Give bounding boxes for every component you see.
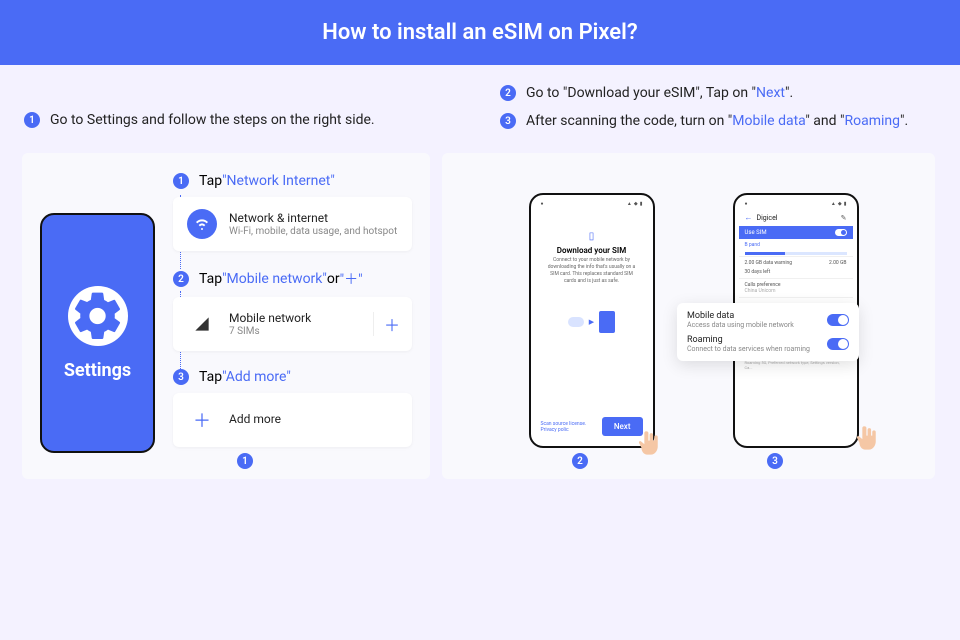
arrow-icon: ▶ xyxy=(589,318,594,326)
step-1-head: 1 Tap "Network Internet" xyxy=(173,173,412,189)
mobile-data-toggle[interactable] xyxy=(827,314,849,326)
step-2-badge: 2 xyxy=(173,271,189,287)
card-network-internet[interactable]: Network & internet Wi-Fi, mobile, data u… xyxy=(173,197,412,251)
step-3-quote: "Add more" xyxy=(222,369,291,385)
mobile-data-title: Mobile data xyxy=(687,311,794,321)
step-1: 1 Tap "Network Internet" Network & inter… xyxy=(173,173,412,251)
hand-pointer-icon xyxy=(635,428,663,458)
header-banner: How to install an eSIM on Pixel? xyxy=(0,0,960,65)
intro-right-text-3: After scanning the code, turn on "Mobile… xyxy=(526,113,908,129)
statusbar-3: ●▲◆▮ xyxy=(739,199,853,209)
intro-badge-2: 2 xyxy=(500,85,516,101)
roaming-toggle[interactable] xyxy=(827,338,849,350)
intro-badge-3: 3 xyxy=(500,113,516,129)
data-warning-row: 2.00 GB data warning 2.00 GB xyxy=(739,256,853,269)
settings-gear-icon xyxy=(68,286,128,346)
panels-row: Settings 1 Tap "Network Internet" Networ… xyxy=(0,153,960,479)
panel-step-1: Settings 1 Tap "Network Internet" Networ… xyxy=(22,153,430,479)
statusbar-2: ●▲◆▮ xyxy=(535,199,649,209)
wifi-mini-icon-2: ◆ xyxy=(838,201,842,207)
plus-left-icon: ＋ xyxy=(187,405,217,435)
toggles-overlay: Mobile data Access data using mobile net… xyxy=(677,303,859,361)
card-add-more[interactable]: ＋ Add more xyxy=(173,393,412,447)
settings-phone: Settings xyxy=(40,213,155,453)
sec-label: B pand xyxy=(739,239,853,251)
days-left: 30 days left xyxy=(739,269,853,278)
card-mn-title: Mobile network xyxy=(229,311,311,327)
battery-mini-icon-2: ▮ xyxy=(844,201,847,207)
intro-section: 1 Go to Settings and follow the steps on… xyxy=(0,65,960,153)
card-mn-sub: 7 SIMs xyxy=(229,326,311,337)
use-sim-row[interactable]: Use SIM xyxy=(739,226,853,239)
footer-link[interactable]: Scan source license. Privacy polic xyxy=(541,421,602,433)
roaming-title: Roaming xyxy=(687,335,810,345)
use-sim-toggle[interactable] xyxy=(835,229,847,236)
mobile-data-row[interactable]: Mobile data Access data using mobile net… xyxy=(687,311,849,329)
panel-steps-23: ●▲◆▮ ▯ Download your SIM Connect to your… xyxy=(442,153,935,479)
roaming-row[interactable]: Roaming Connect to data services when ro… xyxy=(687,335,849,353)
wifi-mini-icon: ◆ xyxy=(634,201,638,207)
intro-right: 2 Go to "Download your eSIM", Tap on "Ne… xyxy=(500,85,936,141)
cloud-icon xyxy=(568,317,584,327)
hl-roaming: Roaming xyxy=(844,113,900,129)
settings-label: Settings xyxy=(64,360,131,381)
hl-mobile-data: Mobile data xyxy=(732,113,805,129)
step-2-quote2: "＋" xyxy=(340,269,363,289)
footer-badge-1: 1 xyxy=(237,453,253,469)
sim-lock-icon: ▯ xyxy=(535,231,649,242)
battery-mini-icon: ▮ xyxy=(640,201,643,207)
data-usage-bar xyxy=(745,252,847,255)
signal-mini-icon: ▲ xyxy=(627,201,632,207)
intro-badge-1: 1 xyxy=(24,112,40,128)
download-desc: Connect to your mobile network by downlo… xyxy=(535,255,649,287)
card-am-title: Add more xyxy=(229,412,281,428)
carrier-name: Digicel xyxy=(757,214,837,222)
download-footer: Scan source license. Privacy polic Next xyxy=(541,417,643,436)
sim-icon xyxy=(599,311,615,333)
footer-badge-2: 2 xyxy=(572,453,588,469)
card-ni-sub: Wi-Fi, mobile, data usage, and hotspot xyxy=(229,226,397,237)
download-illustration: ▶ xyxy=(535,311,649,333)
download-header: ▯ Download your SIM Connect to your mobi… xyxy=(535,231,649,287)
step-2-quote: "Mobile network" xyxy=(222,271,327,287)
roaming-sub: Connect to data services when roaming xyxy=(687,345,810,353)
wifi-icon xyxy=(187,209,217,239)
download-title: Download your SIM xyxy=(535,246,649,255)
card-mobile-network[interactable]: Mobile network 7 SIMs ＋ xyxy=(173,297,412,351)
hl-next: Next xyxy=(756,85,785,101)
step-3: 3 Tap "Add more" ＋ Add more xyxy=(173,369,412,447)
page-title: How to install an eSIM on Pixel? xyxy=(322,20,637,45)
step-2: 2 Tap "Mobile network" or "＋" Mobile net… xyxy=(173,269,412,351)
step-3-badge: 3 xyxy=(173,369,189,385)
edit-icon[interactable]: ✎ xyxy=(841,214,847,222)
intro-line-2: 2 Go to "Download your eSIM", Tap on "Ne… xyxy=(500,85,936,101)
signal-icon xyxy=(187,309,217,339)
step-3-head: 3 Tap "Add more" xyxy=(173,369,412,385)
step-1-badge: 1 xyxy=(173,173,189,189)
step-2-head: 2 Tap "Mobile network" or "＋" xyxy=(173,269,412,289)
download-sim-phone: ●▲◆▮ ▯ Download your SIM Connect to your… xyxy=(529,193,655,448)
intro-left: 1 Go to Settings and follow the steps on… xyxy=(24,85,460,141)
plus-icon[interactable]: ＋ xyxy=(373,312,400,336)
step-1-quote: "Network Internet" xyxy=(222,173,335,189)
back-arrow-icon[interactable]: ← xyxy=(745,213,753,222)
signal-mini-icon-2: ▲ xyxy=(831,201,836,207)
mobile-data-sub: Access data using mobile network xyxy=(687,321,794,329)
footer-badge-3: 3 xyxy=(767,453,783,469)
card-ni-title: Network & internet xyxy=(229,211,397,227)
sim-top-bar: ← Digicel ✎ xyxy=(739,209,853,226)
intro-left-text: Go to Settings and follow the steps on t… xyxy=(50,112,375,128)
hand-pointer-icon-2 xyxy=(853,423,881,453)
intro-line-3: 3 After scanning the code, turn on "Mobi… xyxy=(500,113,936,129)
steps-column: 1 Tap "Network Internet" Network & inter… xyxy=(173,173,412,465)
calls-pref-row[interactable]: Calls preference China Unicom xyxy=(739,278,853,297)
intro-right-text-2: Go to "Download your eSIM", Tap on "Next… xyxy=(526,85,793,101)
